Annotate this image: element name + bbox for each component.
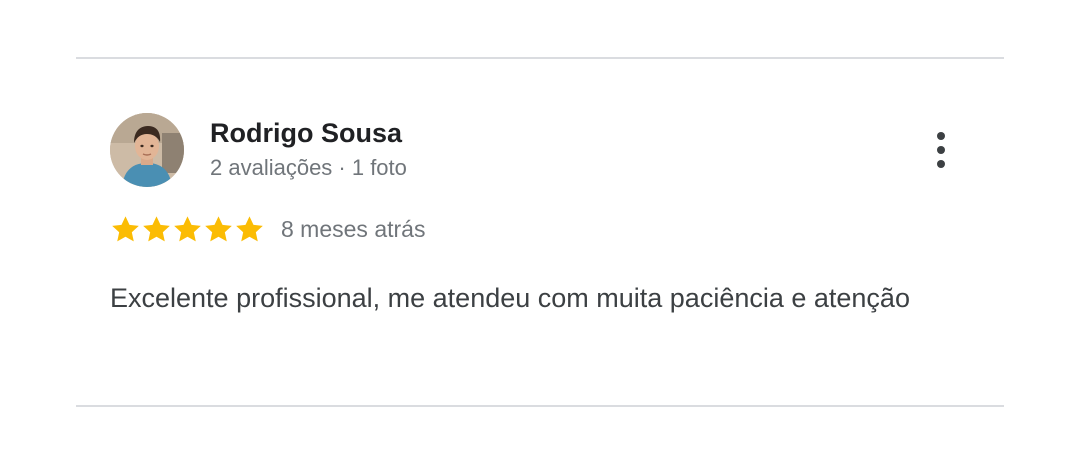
star-icon [205,215,232,241]
more-vert-icon-dot-3 [937,160,945,168]
more-vert-icon-dot-2 [937,146,945,154]
star-icon [174,215,201,241]
reviewer-name[interactable]: Rodrigo Sousa [210,116,402,150]
review-date: 8 meses atrás [281,216,426,242]
review-text: Excelente profissional, me atendeu com m… [110,283,910,313]
avatar-photo [110,113,184,187]
reviewer-stats: 2 avaliações · 1 foto [210,155,407,180]
reviewer-avatar[interactable] [110,113,184,187]
review-card: Rodrigo Sousa 2 avaliações · 1 foto 8 me… [0,0,1080,475]
more-options-button[interactable] [928,128,954,172]
bottom-divider [76,405,1004,407]
star-rating [110,214,265,245]
more-vert-icon-dot-1 [937,132,945,140]
star-icon [236,215,263,241]
star-icon [112,215,139,241]
rating-row: 8 meses atrás [110,212,425,246]
star-icon [143,215,170,241]
